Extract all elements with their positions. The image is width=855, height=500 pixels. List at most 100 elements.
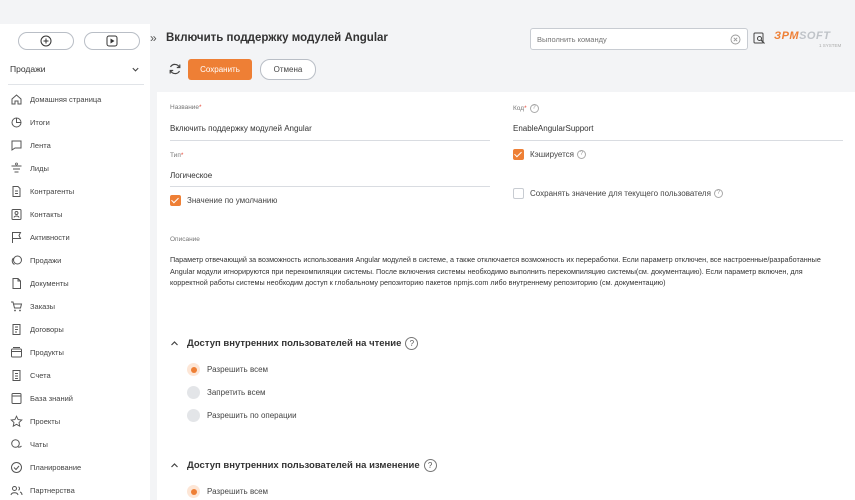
sidebar-item-orders[interactable]: Заказы [0,295,150,318]
collapse-sidebar-icon[interactable]: » [150,31,157,45]
sidebar-item-label: Лиды [30,164,49,173]
help-icon[interactable]: ? [529,104,539,113]
type-field[interactable]: Логическое [170,171,212,180]
sidebar-item-home[interactable]: Домашняя страница [0,88,150,111]
read-deny-all-radio[interactable] [187,386,200,399]
funnel-icon [10,162,23,175]
sidebar-item-label: Проекты [30,417,61,426]
check-circle-icon [10,461,23,474]
sidebar-item-totals[interactable]: Итоги [0,111,150,134]
read-allow-all-radio[interactable] [187,363,200,376]
sidebar-item-knowledge-base[interactable]: База знаний [0,387,150,410]
plus-circle-icon [40,35,52,47]
coins-icon [10,254,23,267]
sidebar-item-leads[interactable]: Лиды [0,157,150,180]
sidebar-item-partnerships[interactable]: Партнерства [0,479,150,500]
name-field[interactable]: Включить поддержку модулей Angular [170,124,312,133]
sidebar-item-label: Домашняя страница [30,95,102,104]
sidebar-top-buttons [18,32,140,50]
sidebar-item-accounts[interactable]: Контрагенты [0,180,150,203]
code-underline [513,140,843,141]
chevron-up-icon [171,341,178,346]
chevron-up-icon [171,463,178,468]
name-label: Название* [170,104,202,111]
partners-icon [10,484,23,497]
clear-icon[interactable] [730,34,741,45]
read-by-operation-label: Разрешить по операции [207,411,297,420]
run-process-button[interactable] [84,32,140,50]
command-line [530,28,748,50]
sidebar-item-label: Лента [30,141,51,150]
save-button[interactable]: Сохранить [188,59,252,80]
code-field[interactable]: EnableAngularSupport [513,124,594,133]
cached-checkbox[interactable] [513,149,524,160]
document-icon [10,277,23,290]
search-command-icon[interactable] [753,32,766,45]
invoice-icon [10,369,23,382]
refresh-icon[interactable] [168,62,182,76]
settings-card: Название* Включить поддержку модулей Ang… [157,92,855,500]
book-icon [10,392,23,405]
sidebar-item-products[interactable]: Продукты [0,341,150,364]
help-icon[interactable]: ? [577,150,586,160]
box-icon [10,346,23,359]
workspace-label: Продажи [10,64,46,74]
sidebar-item-planning[interactable]: Планирование [0,456,150,479]
sidebar-item-label: Контрагенты [30,187,75,196]
description-field[interactable]: Параметр отвечающий за возможность испол… [170,254,840,289]
contact-card-icon [10,208,23,221]
sidebar-item-chats[interactable]: Чаты [0,433,150,456]
chats-icon [10,438,23,451]
edit-allow-all-label: Разрешить всем [207,487,269,496]
sidebar-item-label: Активности [30,233,70,242]
edit-allow-all-radio[interactable] [187,485,200,498]
workspace-select[interactable]: Продажи [10,60,140,78]
read-access-header[interactable]: Доступ внутренних пользователей на чтени… [170,337,419,350]
read-by-operation-radio[interactable] [187,409,200,422]
star-icon [10,415,23,428]
sidebar-item-label: Контакты [30,210,63,219]
sidebar-item-label: Документы [30,279,69,288]
sidebar-item-activities[interactable]: Активности [0,226,150,249]
pie-chart-icon [10,116,23,129]
sidebar-item-label: База знаний [30,394,73,403]
home-icon [10,93,23,106]
edit-access-title: Доступ внутренних пользователей на измен… [187,460,420,471]
add-button[interactable] [18,32,74,50]
help-icon[interactable]: ? [423,459,437,472]
sidebar-item-label: Итоги [30,118,50,127]
sidebar-item-documents[interactable]: Документы [0,272,150,295]
command-input[interactable] [537,32,717,46]
save-for-user-label: Сохранять значение для текущего пользова… [530,189,723,199]
type-label: Тип* [170,152,184,159]
description-label: Описание [170,236,200,243]
sidebar-item-contracts[interactable]: Договоры [0,318,150,341]
read-allow-all-label: Разрешить всем [207,365,269,374]
cached-label: Кэшируется? [530,150,586,160]
save-for-user-checkbox[interactable] [513,188,524,199]
sidebar-item-sales[interactable]: Продажи [0,249,150,272]
sidebar-item-invoices[interactable]: Счета [0,364,150,387]
action-bar: Сохранить Отмена [150,56,855,84]
play-square-icon [106,35,118,47]
help-icon[interactable]: ? [405,337,419,350]
logo-subtitle: 1 SYSTEM [819,43,842,48]
sidebar-item-feed[interactable]: Лента [0,134,150,157]
logo-gray-text: SOFT [799,30,831,42]
chevron-down-icon [132,67,139,72]
name-underline [170,140,490,141]
default-value-checkbox[interactable] [170,195,181,206]
code-label: Код*? [513,104,539,113]
sidebar-item-label: Продукты [30,348,64,357]
help-icon[interactable]: ? [713,189,723,199]
read-access-title: Доступ внутренних пользователей на чтени… [187,338,402,349]
building-icon [10,185,23,198]
sidebar-divider [8,84,144,85]
sidebar-item-contacts[interactable]: Контакты [0,203,150,226]
sidebar-item-projects[interactable]: Проекты [0,410,150,433]
chat-bubble-icon [10,139,23,152]
brand-logo: ЗРМSOFT 1 SYSTEM [774,28,855,50]
edit-access-header[interactable]: Доступ внутренних пользователей на измен… [170,459,437,472]
type-underline [170,186,490,187]
cancel-button[interactable]: Отмена [260,59,316,80]
